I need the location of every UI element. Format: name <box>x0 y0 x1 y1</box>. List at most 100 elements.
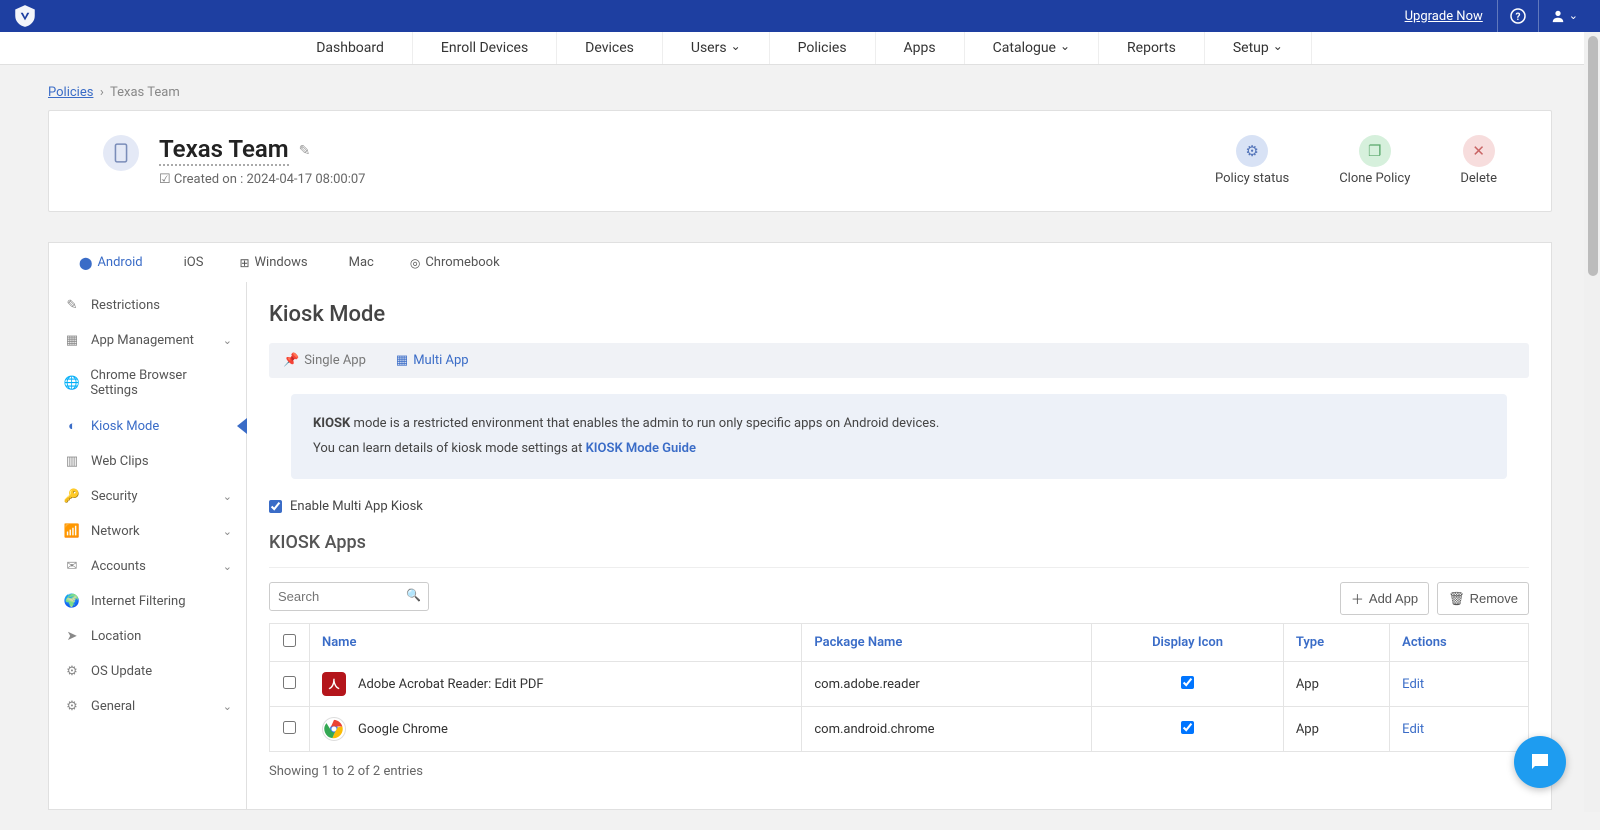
nav-setup[interactable]: Setup <box>1205 32 1312 64</box>
os-tabs: ⬤Android iOS ⊞Windows Mac ◎Chromebook <box>48 242 1552 282</box>
tab-mac[interactable]: Mac <box>326 243 392 282</box>
subtab-multi-app[interactable]: ▦Multi App <box>396 353 469 368</box>
nav-catalogue[interactable]: Catalogue <box>965 32 1099 64</box>
sidebar-item-app-management[interactable]: ▦App Management⌄ <box>49 323 246 358</box>
sidebar-icon: 📶 <box>63 524 81 539</box>
tab-windows[interactable]: ⊞Windows <box>221 243 325 282</box>
sidebar-icon: ▥ <box>63 454 81 469</box>
nav-devices[interactable]: Devices <box>557 32 663 64</box>
copy-icon: ❐ <box>1359 135 1391 167</box>
table-row: Google Chromecom.android.chromeAppEdit <box>270 707 1529 752</box>
select-all-checkbox[interactable] <box>283 634 296 647</box>
search-input[interactable] <box>269 582 429 611</box>
col-display-icon[interactable]: Display Icon <box>1092 624 1284 662</box>
sidebar-label: Accounts <box>91 559 146 574</box>
row-checkbox[interactable] <box>283 676 296 689</box>
sidebar-label: OS Update <box>91 664 152 679</box>
sidebar-item-restrictions[interactable]: ✎ Restrictions <box>49 288 246 323</box>
nav-enroll-devices[interactable]: Enroll Devices <box>413 32 557 64</box>
nav-dashboard[interactable]: Dashboard <box>288 32 413 64</box>
display-icon-checkbox[interactable] <box>1181 676 1194 689</box>
search-icon: 🔍 <box>406 588 421 602</box>
sidebar-label: Network <box>91 524 140 539</box>
col-actions[interactable]: Actions <box>1390 624 1529 662</box>
policy-icon <box>103 135 139 171</box>
chat-fab[interactable] <box>1514 736 1566 788</box>
breadcrumb-policies[interactable]: Policies <box>48 85 93 100</box>
sidebar-label: Chrome Browser Settings <box>90 368 232 398</box>
enable-multi-app-label: Enable Multi App Kiosk <box>290 499 423 514</box>
sidebar-label: Kiosk Mode <box>91 419 159 434</box>
sidebar-icon: ⚙ <box>63 699 81 714</box>
sidebar-label: Security <box>91 489 138 504</box>
info-banner: KIOSK mode is a restricted environment t… <box>291 394 1507 479</box>
nav-policies[interactable]: Policies <box>770 32 876 64</box>
sidebar-icon: ◐ <box>63 418 81 434</box>
help-icon[interactable]: ? <box>1498 0 1539 32</box>
svg-text:?: ? <box>1515 12 1520 23</box>
row-checkbox[interactable] <box>283 721 296 734</box>
plus-icon: ＋ <box>1351 589 1364 608</box>
topbar: Upgrade Now ? <box>0 0 1600 32</box>
table-row: 人Adobe Acrobat Reader: Edit PDFcom.adobe… <box>270 662 1529 707</box>
col-name[interactable]: Name <box>310 624 802 662</box>
kiosk-apps-table: Name Package Name Display Icon Type Acti… <box>269 623 1529 752</box>
chevron-down-icon: ⌄ <box>223 334 232 347</box>
upgrade-now-link[interactable]: Upgrade Now <box>1391 0 1498 32</box>
subtab-single-app[interactable]: 📌Single App <box>283 353 366 368</box>
main-nav: Dashboard Enroll Devices Devices Users P… <box>0 32 1600 65</box>
sidebar-item-network[interactable]: 📶Network⌄ <box>49 514 246 549</box>
close-icon: ✕ <box>1463 135 1495 167</box>
scrollbar[interactable] <box>1584 32 1600 812</box>
tab-chromebook[interactable]: ◎Chromebook <box>392 243 518 282</box>
sidebar-icon: 🔑 <box>63 489 81 504</box>
created-on: Created on : 2024-04-17 08:00:07 <box>159 172 366 187</box>
sidebar-label: Location <box>91 629 141 644</box>
policy-status-button[interactable]: ⚙ Policy status <box>1215 135 1289 186</box>
col-type[interactable]: Type <box>1283 624 1389 662</box>
tab-ios[interactable]: iOS <box>161 243 222 282</box>
pin-icon: 📌 <box>283 353 299 368</box>
sidebar-icon: ▦ <box>63 333 81 348</box>
display-icon-checkbox[interactable] <box>1181 721 1194 734</box>
package-name: com.android.chrome <box>802 707 1092 752</box>
kiosk-apps-heading: KIOSK Apps <box>269 532 1529 553</box>
clone-policy-button[interactable]: ❐ Clone Policy <box>1339 135 1410 186</box>
nav-users[interactable]: Users <box>663 32 770 64</box>
tab-android[interactable]: ⬤Android <box>61 243 161 282</box>
chevron-down-icon: ⌄ <box>223 700 232 713</box>
sidebar-item-location[interactable]: ➤Location <box>49 619 246 654</box>
add-app-button[interactable]: ＋Add App <box>1340 582 1429 615</box>
edit-link[interactable]: Edit <box>1402 677 1424 692</box>
nav-reports[interactable]: Reports <box>1099 32 1205 64</box>
enable-multi-app-checkbox[interactable] <box>269 500 282 513</box>
user-menu-icon[interactable] <box>1539 0 1590 32</box>
sidebar-item-kiosk-mode[interactable]: ◐ Kiosk Mode <box>49 408 246 444</box>
edit-title-icon[interactable]: ✎ <box>299 143 311 159</box>
sidebar-item-web-clips[interactable]: ▥Web Clips <box>49 444 246 479</box>
kiosk-subtabs: 📌Single App ▦Multi App <box>269 343 1529 378</box>
sidebar-icon: ✎ <box>63 298 81 313</box>
sidebar-item-accounts[interactable]: ✉Accounts⌄ <box>49 549 246 584</box>
nav-apps[interactable]: Apps <box>876 32 965 64</box>
app-name: Adobe Acrobat Reader: Edit PDF <box>358 677 544 692</box>
table-showing: Showing 1 to 2 of 2 entries <box>269 764 1529 779</box>
sidebar-label: Restrictions <box>91 298 160 313</box>
sidebar-item-security[interactable]: 🔑Security⌄ <box>49 479 246 514</box>
sidebar-item-internet-filtering[interactable]: 🌍Internet Filtering <box>49 584 246 619</box>
remove-button[interactable]: 🗑Remove <box>1437 582 1529 615</box>
delete-policy-button[interactable]: ✕ Delete <box>1460 135 1497 186</box>
sidebar-item-chrome-browser-settings[interactable]: 🌐Chrome Browser Settings <box>49 358 246 408</box>
breadcrumb-current: Texas Team <box>110 85 180 100</box>
sidebar-item-os-update[interactable]: ⚙OS Update <box>49 654 246 689</box>
chevron-down-icon: ⌄ <box>223 560 232 573</box>
logo <box>10 1 40 31</box>
app-icon: 人 <box>322 672 346 696</box>
kiosk-guide-link[interactable]: KIOSK Mode Guide <box>586 441 696 456</box>
app-type: App <box>1283 662 1389 707</box>
app-icon <box>322 717 346 741</box>
sidebar-label: General <box>91 699 135 714</box>
sidebar-item-general[interactable]: ⚙ General ⌄ <box>49 689 246 724</box>
edit-link[interactable]: Edit <box>1402 722 1424 737</box>
col-package[interactable]: Package Name <box>802 624 1092 662</box>
